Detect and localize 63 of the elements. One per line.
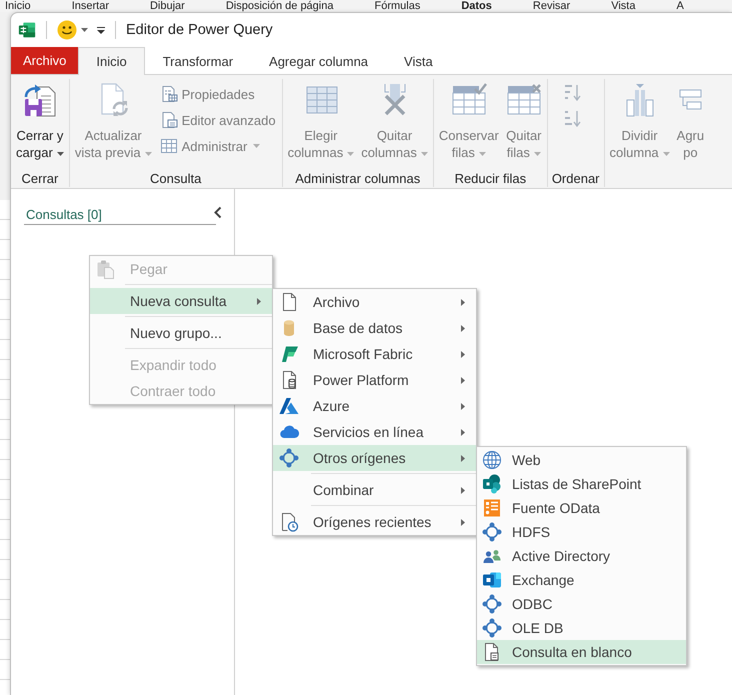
group-label: Administrar columnas	[294, 170, 422, 187]
properties-icon	[160, 85, 178, 103]
app-tab[interactable]: Revisar	[532, 0, 570, 12]
ribbon-button[interactable]: Cerrar y cargar	[13, 79, 67, 161]
tile-logo-icon	[482, 570, 502, 590]
circles-logo-icon	[482, 474, 502, 494]
menu-item[interactable]: ODBC	[477, 592, 686, 616]
app-tab[interactable]: Inicio	[5, 0, 31, 12]
menu-caret-icon[interactable]	[97, 26, 105, 34]
connector-icon	[482, 618, 502, 638]
group-label: Ordenar	[550, 170, 601, 187]
app-tab[interactable]: Insertar	[72, 0, 109, 12]
ribbon-tab[interactable]: Agregar columna	[251, 47, 386, 74]
table-icon	[160, 137, 178, 155]
feed-icon	[482, 498, 502, 518]
editor-icon	[160, 111, 178, 129]
menu-item[interactable]: Servicios en línea	[273, 419, 476, 445]
menu-item[interactable]: Web	[477, 448, 686, 472]
smiley-icon[interactable]	[57, 20, 77, 40]
menu-item[interactable]: Microsoft Fabric	[273, 341, 476, 367]
menu-item[interactable]: Listas de SharePoint	[477, 472, 686, 496]
menu-item[interactable]: Otros orígenes	[273, 445, 476, 471]
connector-icon	[482, 594, 502, 614]
app-tab[interactable]: Vista	[611, 0, 636, 12]
ribbon-tab[interactable]: Inicio	[78, 47, 145, 75]
connector-icon	[279, 448, 299, 468]
group-label: Consulta	[149, 170, 202, 187]
menu-item[interactable]: Nueva consulta	[90, 288, 272, 314]
wing-logo-icon	[279, 344, 299, 364]
app-tab[interactable]: Dibujar	[150, 0, 185, 12]
caret-icon[interactable]	[81, 28, 88, 32]
app-tab[interactable]: Fórmulas	[374, 0, 420, 12]
globe-icon	[482, 450, 502, 470]
connector-icon	[482, 522, 502, 542]
menu-item[interactable]: Combinar	[273, 477, 476, 503]
menu-item[interactable]: Nuevo grupo...	[90, 320, 272, 346]
app-tab[interactable]: Datos	[461, 0, 492, 12]
menu-item[interactable]: Base de datos	[273, 315, 476, 341]
group-label: Cerrar	[20, 170, 60, 187]
collapse-icon[interactable]	[214, 206, 222, 219]
ribbon-tab[interactable]: Transformar	[144, 47, 252, 74]
menu-item[interactable]: Active Directory	[477, 544, 686, 568]
menu-item[interactable]: Consulta en blanco	[477, 640, 686, 664]
menu-item[interactable]: Fuente OData	[477, 496, 686, 520]
ribbon-tab[interactable]: Vista	[386, 47, 451, 74]
menu-item[interactable]: Orígenes recientes	[273, 509, 476, 535]
pane-title: Consultas [0]	[24, 206, 216, 225]
paste-icon	[96, 259, 116, 279]
spreadsheet-icon	[18, 21, 36, 39]
menu-item[interactable]: HDFS	[477, 520, 686, 544]
app-tab[interactable]: A	[676, 0, 684, 12]
group-label: Reducir filas	[454, 170, 528, 187]
file-tab[interactable]: Archivo	[11, 47, 78, 74]
recent-document-icon	[279, 512, 299, 532]
triangle-logo-icon	[279, 396, 299, 416]
menu-item[interactable]: Archivo	[273, 289, 476, 315]
menu-item[interactable]: Power Platform	[273, 367, 476, 393]
save-icon	[22, 82, 58, 118]
window-title: Editor de Power Query	[126, 22, 273, 38]
menu-item[interactable]: Exchange	[477, 568, 686, 592]
app-tab[interactable]: Disposición de página	[226, 0, 334, 12]
menu-item[interactable]: OLE DB	[477, 616, 686, 640]
menu-item[interactable]: Azure	[273, 393, 476, 419]
